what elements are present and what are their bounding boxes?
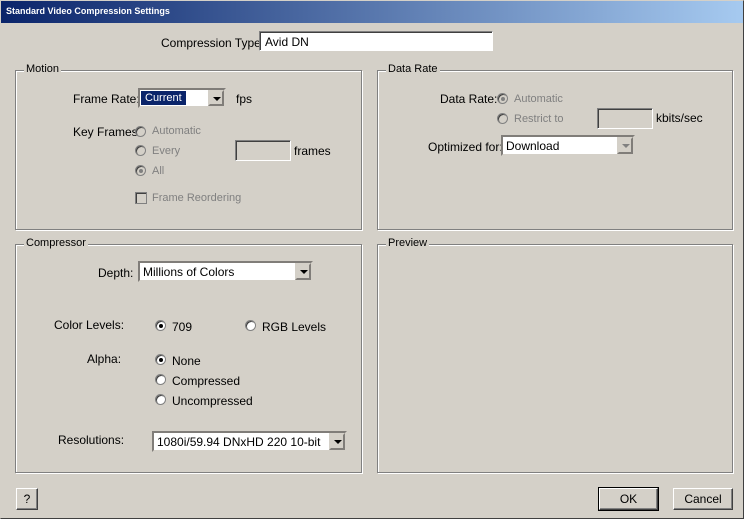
cl-rgb-label: RGB Levels <box>262 320 327 334</box>
window-title: Standard Video Compression Settings <box>6 6 170 16</box>
kf-every-radio[interactable] <box>135 145 146 156</box>
key-frames-label: Key Frames: <box>73 125 142 139</box>
resolutions-select[interactable]: 1080i/59.94 DNxHD 220 10-bit <box>152 431 347 452</box>
kf-every-input[interactable] <box>235 140 291 161</box>
compressor-legend: Compressor <box>24 237 88 249</box>
frame-rate-value: Current <box>141 91 186 105</box>
kf-all-radio[interactable] <box>135 165 146 176</box>
alpha-uncompressed-label: Uncompressed <box>172 394 253 408</box>
resolutions-value: 1080i/59.94 DNxHD 220 10-bit <box>157 435 321 449</box>
dr-restrict-input[interactable] <box>597 108 653 129</box>
alpha-uncompressed-radio[interactable] <box>155 394 166 405</box>
fps-label: fps <box>236 92 253 106</box>
frame-reordering-label: Frame Reordering <box>152 192 242 204</box>
alpha-label: Alpha: <box>87 352 122 366</box>
preview-group <box>377 244 733 473</box>
dr-restrict-label: Restrict to <box>514 113 564 125</box>
frames-label: frames <box>294 144 331 158</box>
resolutions-label: Resolutions: <box>58 433 125 447</box>
depth-select[interactable]: Millions of Colors <box>138 261 313 282</box>
kf-automatic-radio[interactable] <box>135 126 146 137</box>
color-levels-label: Color Levels: <box>54 318 125 332</box>
cl-709-label: 709 <box>172 320 193 334</box>
chevron-down-icon[interactable] <box>295 263 311 280</box>
ok-button[interactable]: OK <box>598 487 659 511</box>
cl-709-radio[interactable] <box>155 320 166 331</box>
preview-legend: Preview <box>386 237 430 249</box>
frame-rate-label: Frame Rate: <box>73 92 140 106</box>
motion-legend: Motion <box>24 63 62 75</box>
optimized-for-select[interactable]: Download <box>501 135 635 156</box>
alpha-none-label: None <box>172 354 201 368</box>
alpha-compressed-label: Compressed <box>172 374 241 388</box>
frame-reordering-checkbox[interactable] <box>135 192 147 204</box>
compression-type-label: Compression Type: <box>161 36 265 50</box>
kbits-label: kbits/sec <box>656 111 703 125</box>
alpha-compressed-radio[interactable] <box>155 374 166 385</box>
chevron-down-icon[interactable] <box>208 90 224 106</box>
compression-type-field[interactable]: Avid DN <box>259 31 493 51</box>
depth-label: Depth: <box>98 266 134 280</box>
chevron-down-icon[interactable] <box>329 433 345 450</box>
compression-type-value: Avid DN <box>265 35 309 49</box>
kf-every-label: Every <box>152 145 181 157</box>
depth-value: Millions of Colors <box>143 265 235 279</box>
data-rate-legend: Data Rate <box>386 63 440 75</box>
cancel-button[interactable]: Cancel <box>673 488 733 510</box>
optimized-for-label: Optimized for: <box>428 140 503 154</box>
frame-rate-select[interactable]: Current <box>138 88 226 108</box>
title-bar[interactable]: Standard Video Compression Settings <box>1 1 743 23</box>
alpha-none-radio[interactable] <box>155 354 166 365</box>
cl-rgb-radio[interactable] <box>245 320 256 331</box>
data-rate-label: Data Rate: <box>440 92 498 106</box>
dr-automatic-radio[interactable] <box>497 93 508 104</box>
kf-all-label: All <box>152 165 165 177</box>
dr-restrict-radio[interactable] <box>497 113 508 124</box>
chevron-down-icon[interactable] <box>617 137 633 154</box>
dr-automatic-label: Automatic <box>514 93 563 105</box>
dialog-window: Standard Video Compression Settings Comp… <box>0 0 744 519</box>
kf-automatic-label: Automatic <box>152 125 201 137</box>
help-button[interactable]: ? <box>16 488 38 510</box>
optimized-for-value: Download <box>506 139 560 153</box>
